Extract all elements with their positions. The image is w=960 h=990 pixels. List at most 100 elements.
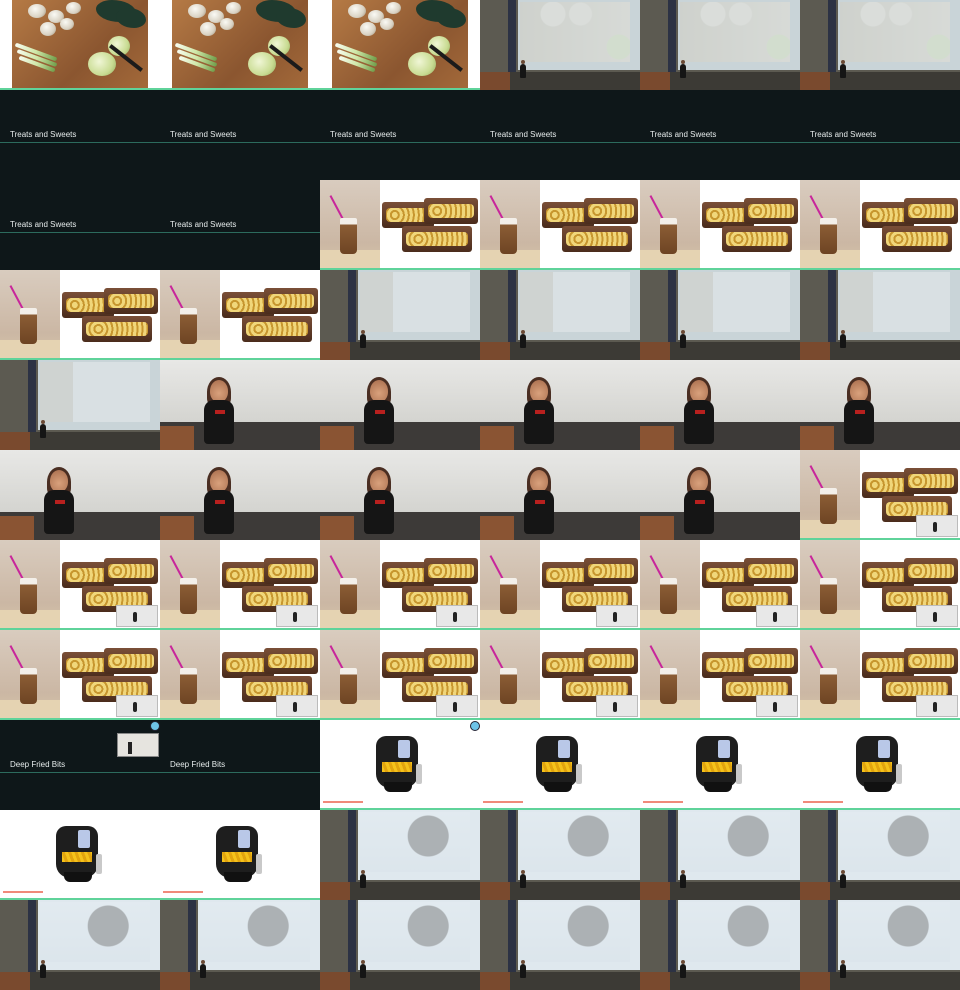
presenter [520,870,526,888]
section-title: Treats and Sweets [170,130,237,139]
podium [480,882,510,900]
wall-pillar [508,270,516,342]
speaker-shirt [524,400,554,444]
presenter-inset [916,515,958,537]
projected-slide [200,902,310,962]
podium [320,882,350,900]
title-rule [160,772,320,773]
iced-coffee-glass [500,578,517,614]
source-url [803,801,843,803]
wall-pillar [668,810,676,882]
presenter [840,330,846,348]
video-frame-thumbnail [0,810,160,900]
caramel-filling [246,592,308,606]
wall-pillar [508,900,516,972]
presenter-inset [116,605,158,627]
presenter [360,960,366,978]
video-frame-thumbnail [0,630,160,720]
fryer-handle [96,854,102,874]
fryer-base [544,782,572,792]
lectern [480,426,514,450]
shirt-logo [855,410,865,414]
speaker-shirt [364,490,394,534]
wall-pillar [508,810,516,882]
fryer-display [718,740,730,758]
video-frame-thumbnail: Treats and Sweets [480,90,640,180]
candy-bar [264,558,318,584]
video-frame-thumbnail [0,270,160,360]
candy-bar [104,288,158,314]
iced-coffee-glass [660,668,677,704]
presenter [840,60,846,78]
video-frame-thumbnail [800,270,960,360]
caramel-filling [428,204,474,218]
shirt-logo [215,410,225,414]
back-wall [0,450,160,512]
back-wall [160,360,320,422]
candy-bars [540,190,640,258]
projected-slide [520,2,630,62]
section-title: Treats and Sweets [10,220,77,229]
iced-coffee-glass [340,218,357,254]
iced-coffee-glass [820,218,837,254]
wall-pillar [28,900,36,972]
video-frame-thumbnail [480,270,640,360]
presenter [360,870,366,888]
video-frame-thumbnail [640,810,800,900]
video-frame-thumbnail: Deep Fried Bits [160,720,320,810]
video-frame-thumbnail [640,720,800,810]
iced-coffee-glass [20,308,37,344]
source-url [643,801,683,803]
candy-bar [242,316,312,342]
caramel-filling [108,294,154,308]
video-frame-thumbnail: Treats and Sweets [320,90,480,180]
video-frame-thumbnail [480,630,640,720]
candy-bar [904,648,958,674]
video-frame-thumbnail [800,540,960,630]
fries-basket [62,852,92,862]
wall-pillar [668,270,676,342]
video-frame-thumbnail [160,360,320,450]
video-frame-thumbnail [640,630,800,720]
speaker-face [690,380,708,402]
mushroom [200,22,216,36]
video-frame-thumbnail [800,0,960,90]
section-title: Treats and Sweets [170,220,237,229]
iced-coffee-glass [180,668,197,704]
caramel-filling [886,232,948,246]
lectern [0,516,34,540]
candy-bar [882,226,952,252]
projected-slide [840,272,950,332]
video-frame-thumbnail [160,900,320,990]
fryer-handle [256,854,262,874]
caramel-filling [886,502,948,516]
presenter-inset [756,695,798,717]
candy-bar [904,558,958,584]
caramel-filling [908,654,954,668]
presenter-inset [117,733,159,757]
lectern [640,516,674,540]
presenter [520,330,526,348]
video-frame-thumbnail [320,450,480,540]
section-title: Treats and Sweets [490,130,557,139]
title-rule [0,772,160,773]
video-frame-thumbnail [800,810,960,900]
projected-slide [360,812,470,872]
podium [480,972,510,990]
wall-pillar [188,900,196,972]
podium [800,972,830,990]
caramel-filling [268,294,314,308]
caramel-filling [748,204,794,218]
speaker-shirt [524,490,554,534]
shirt-logo [695,410,705,414]
candy-bar [722,226,792,252]
projected-slide [680,272,790,332]
section-title: Treats and Sweets [650,130,717,139]
cabbage-half [248,52,276,76]
fries-basket [702,762,732,772]
lectern [640,426,674,450]
shirt-logo [535,410,545,414]
fries-basket [862,762,892,772]
caramel-filling [726,232,788,246]
mushroom [386,2,401,14]
